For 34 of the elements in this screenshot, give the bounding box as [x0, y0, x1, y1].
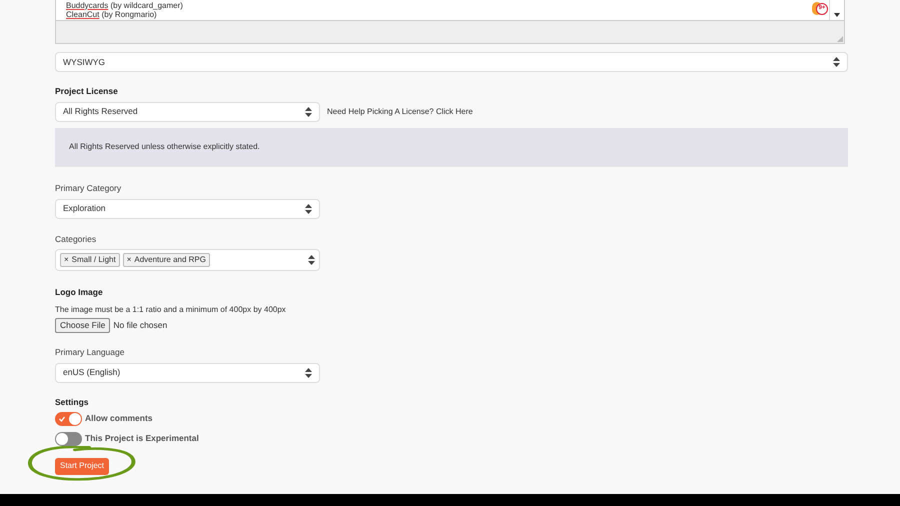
sort-arrows-icon [305, 204, 312, 214]
field-label: Logo Image [55, 286, 104, 299]
category-tag[interactable]: × Adventure and RPG [122, 253, 210, 268]
file-status: No file chosen [113, 319, 168, 332]
notice-text: All Rights Reserved unless otherwise explicitly stated. [69, 141, 260, 154]
toggle-label: Allow comments [85, 412, 153, 425]
select-field[interactable]: Exploration [55, 198, 320, 218]
toggle-label: This Project is Experimental [85, 432, 199, 445]
select-field[interactable]: enUS (English) [55, 362, 320, 383]
category-tag[interactable]: × Small / Light [60, 253, 120, 268]
sort-arrows-icon [833, 57, 840, 67]
scroll-down-icon[interactable] [834, 13, 840, 17]
resize-handle-icon[interactable] [837, 36, 843, 42]
tag-select-field[interactable]: × Small / Light × Adventure and RPG [55, 249, 320, 272]
mention-line: CleanCut (by Rongmario) [66, 10, 157, 20]
field-label: Primary Category [55, 182, 122, 194]
mention-line: Buddycards (by wildcard_gamer) [66, 0, 183, 10]
field-label: Primary Language [55, 346, 126, 359]
toggle-switch[interactable] [55, 412, 82, 426]
check-icon [59, 416, 65, 422]
remove-tag-icon[interactable]: × [126, 254, 132, 266]
remove-tag-icon[interactable]: × [64, 254, 69, 266]
field-label: Project License [55, 85, 119, 98]
select-field[interactable]: All Rights Reserved [55, 102, 320, 122]
sort-arrows-icon [305, 368, 312, 378]
sort-arrows-icon [305, 106, 312, 117]
select-field[interactable]: WYSIWYG [55, 52, 848, 72]
help-link[interactable]: Need Help Picking A License? Click Here [327, 106, 473, 118]
field-label: Categories [55, 232, 98, 246]
choose-file-button[interactable]: Choose File [55, 318, 110, 333]
hint-text: The image must be a 1:1 ratio and a minimum of 400px by 400px [55, 304, 287, 316]
toggle-switch[interactable] [55, 432, 82, 446]
sort-arrows-icon [308, 255, 315, 266]
field-label: Settings [55, 396, 90, 408]
